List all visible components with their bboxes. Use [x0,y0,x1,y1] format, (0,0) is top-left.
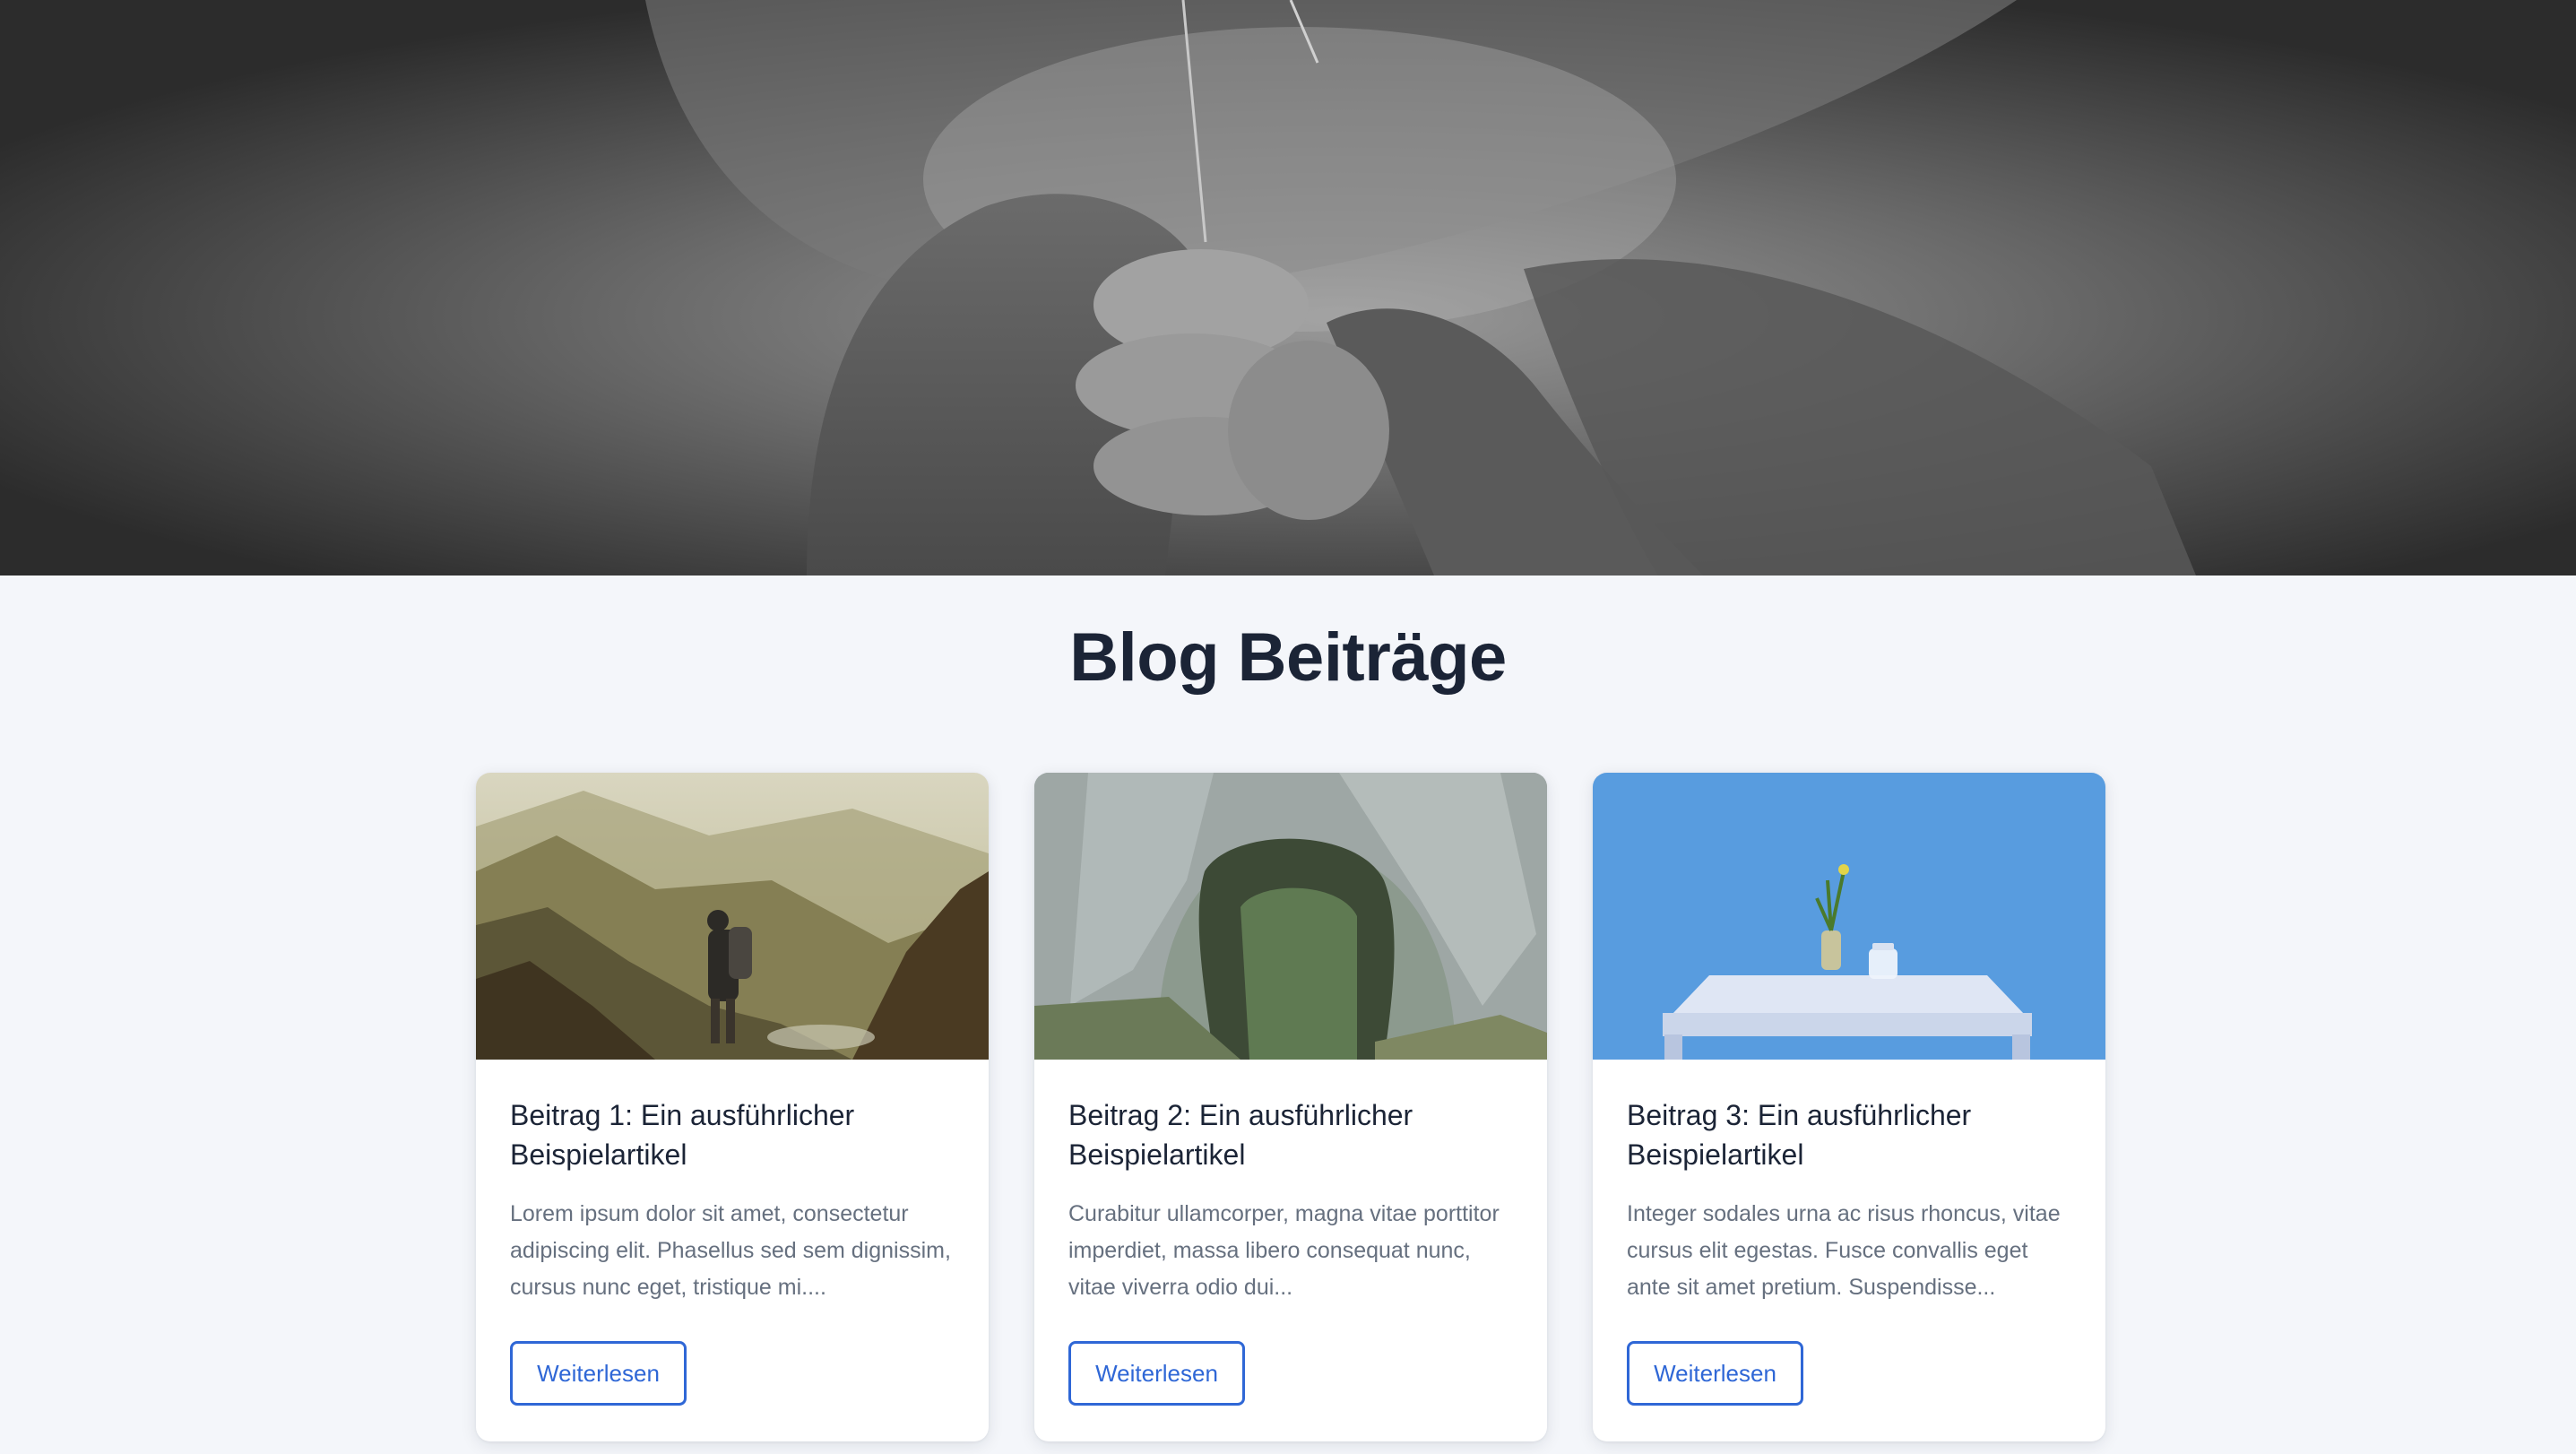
card-title[interactable]: Beitrag 1: Ein ausführlicher Beispielart… [510,1095,955,1174]
blog-card: Beitrag 1: Ein ausführlicher Beispielart… [476,773,989,1441]
card-body: Beitrag 1: Ein ausführlicher Beispielart… [476,1060,989,1306]
page: Blog Beiträge Beitrag 1: Ein ausführlich… [0,0,2576,1454]
hiker-mountain-image [476,773,989,1060]
card-title[interactable]: Beitrag 2: Ein ausführlicher Beispielart… [1068,1095,1513,1174]
blue-wall-table-image [1593,773,2105,1060]
blog-card: Beitrag 3: Ein ausführlicher Beispielart… [1593,773,2105,1441]
blog-card-list: Beitrag 1: Ein ausführlicher Beispielart… [476,773,2105,1441]
read-more-button[interactable]: Weiterlesen [1068,1341,1245,1406]
card-body: Beitrag 2: Ein ausführlicher Beispielart… [1034,1060,1547,1306]
card-excerpt: Integer sodales urna ac risus rhoncus, v… [1627,1201,2061,1300]
card-excerpt: Curabitur ullamcorper, magna vitae portt… [1068,1201,1500,1300]
read-more-button[interactable]: Weiterlesen [1627,1341,1803,1406]
read-more-button[interactable]: Weiterlesen [510,1341,687,1406]
blog-card: Beitrag 2: Ein ausführlicher Beispielart… [1034,773,1547,1441]
card-excerpt: Lorem ipsum dolor sit amet, consectetur … [510,1201,951,1300]
card-title[interactable]: Beitrag 3: Ein ausführlicher Beispielart… [1627,1095,2071,1174]
rock-arch-image [1034,773,1547,1060]
hero-image [0,0,2576,576]
section-title: Blog Beiträge [1069,619,1507,696]
card-body: Beitrag 3: Ein ausführlicher Beispielart… [1593,1060,2105,1306]
